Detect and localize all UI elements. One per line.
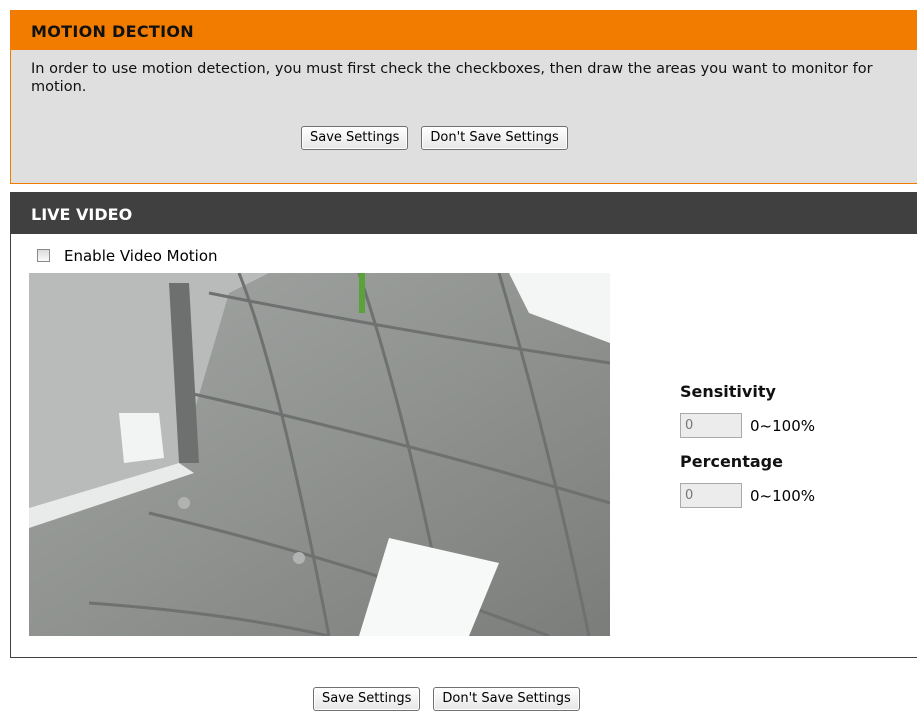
save-settings-button-bottom[interactable]: Save Settings [313,687,421,711]
live-video-title: LIVE VIDEO [11,192,917,234]
percentage-input[interactable] [680,483,742,508]
sensitivity-row: 0~100% [680,413,815,438]
dont-save-settings-button-top[interactable]: Don't Save Settings [421,126,568,150]
sensitivity-label: Sensitivity [680,382,776,401]
dont-save-settings-button-bottom[interactable]: Don't Save Settings [433,687,580,711]
sensitivity-input[interactable] [680,413,742,438]
enable-video-motion-label: Enable Video Motion [64,247,218,265]
motion-detection-title: MOTION DECTION [11,10,917,50]
percentage-label: Percentage [680,452,783,471]
motion-detection-panel: MOTION DECTION In order to use motion de… [10,10,917,184]
save-settings-button-top[interactable]: Save Settings [301,126,409,150]
live-video-panel: LIVE VIDEO Enable Video Motion Sensitivi… [10,192,917,658]
percentage-range: 0~100% [750,486,815,505]
enable-video-motion-row: Enable Video Motion [37,247,218,265]
percentage-row: 0~100% [680,483,815,508]
live-video-feed[interactable] [29,273,610,636]
sensitivity-range: 0~100% [750,416,815,435]
ceiling-camera-image [29,273,610,636]
motion-settings: Sensitivity 0~100% Percentage 0~100% [680,382,815,522]
top-button-row: Save Settings Don't Save Settings [301,126,568,150]
enable-video-motion-checkbox[interactable] [37,249,50,262]
motion-description: In order to use motion detection, you mu… [31,61,873,95]
bottom-button-row: Save Settings Don't Save Settings [313,687,580,711]
